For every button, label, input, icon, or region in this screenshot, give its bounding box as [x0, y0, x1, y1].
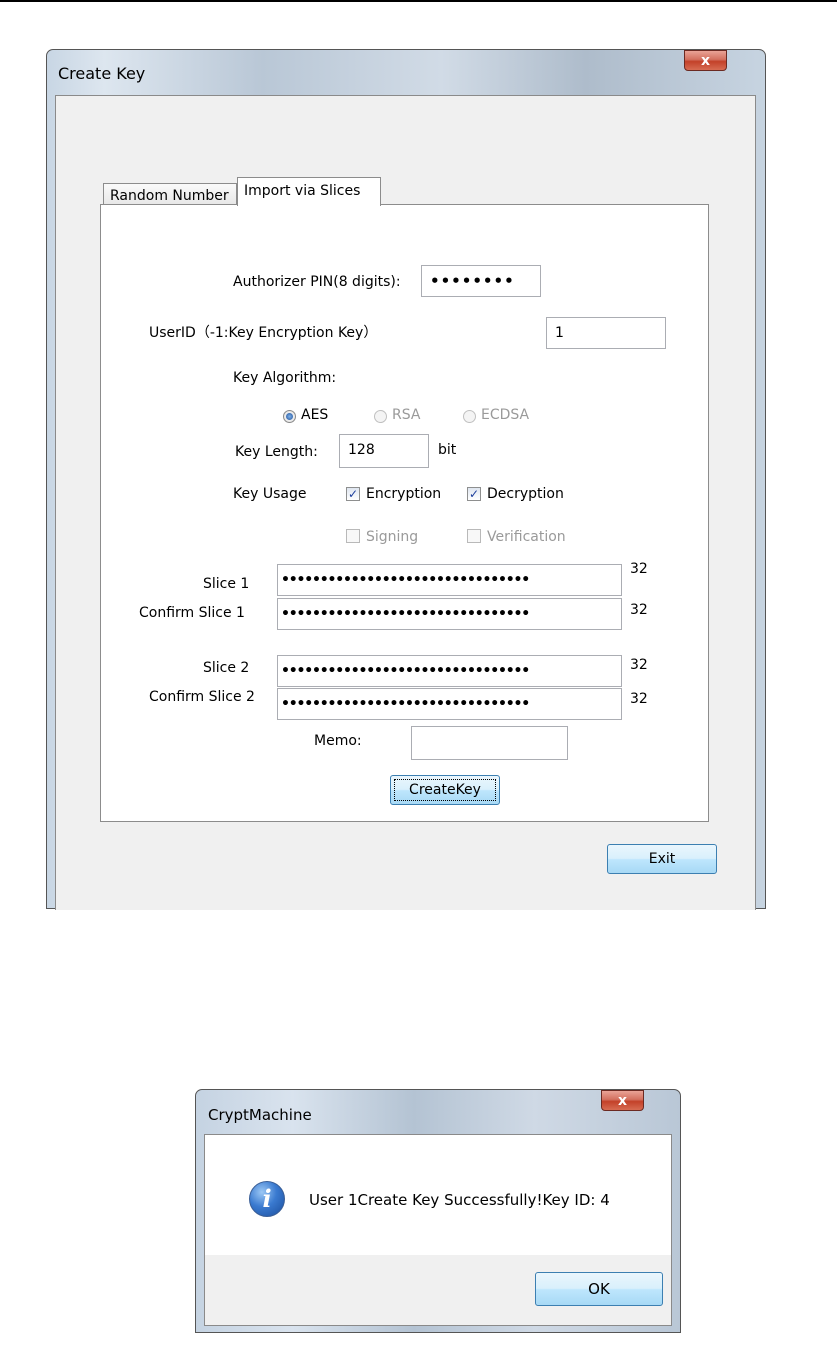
confirm-slice-1-label: Confirm Slice 1: [139, 605, 245, 621]
authorizer-pin-input[interactable]: ••••••••: [421, 265, 541, 297]
radio-ecdsa[interactable]: [463, 410, 476, 423]
checkmark-icon: ✓: [347, 487, 359, 501]
memo-input[interactable]: [411, 726, 568, 760]
slice-1-input[interactable]: ••••••••••••••••••••••••••••••••: [277, 564, 622, 596]
create-key-button[interactable]: CreateKey: [390, 775, 500, 805]
window-title: Create Key: [58, 64, 146, 83]
key-length-label: Key Length:: [235, 444, 318, 460]
memo-label: Memo:: [314, 733, 362, 749]
tab-import-via-slices[interactable]: Import via Slices: [237, 177, 381, 206]
confirm-slice-2-count: 32: [630, 691, 648, 707]
key-algorithm-label: Key Algorithm:: [233, 370, 337, 386]
dialog-close-button[interactable]: x: [601, 1090, 644, 1111]
dialog-title: CryptMachine: [208, 1106, 312, 1124]
userid-input[interactable]: 1: [546, 317, 666, 349]
exit-button[interactable]: Exit: [607, 844, 717, 874]
info-icon-glyph: i: [262, 1184, 272, 1213]
dialog-message: User 1Create Key Successfully!Key ID: 4: [309, 1191, 610, 1209]
slice-2-label: Slice 2: [203, 660, 250, 676]
info-icon: i: [249, 1181, 285, 1217]
key-usage-label: Key Usage: [233, 486, 307, 502]
slice-1-count: 32: [630, 561, 648, 577]
slice-2-count: 32: [630, 657, 648, 673]
checkbox-encryption[interactable]: ✓: [346, 487, 360, 501]
cryptmachine-dialog: CryptMachine x i User 1Create Key Succes…: [195, 1089, 681, 1333]
tab-random-number[interactable]: Random Number: [103, 183, 237, 206]
radio-aes[interactable]: [283, 410, 296, 423]
confirm-slice-1-input[interactable]: ••••••••••••••••••••••••••••••••: [277, 598, 622, 630]
confirm-slice-1-count: 32: [630, 602, 648, 618]
tab-panel-import-via-slices: Authorizer PIN(8 digits): •••••••• UserI…: [100, 204, 709, 822]
confirm-slice-2-label: Confirm Slice 2: [149, 689, 255, 705]
checkbox-signing-label: Signing: [366, 529, 419, 545]
confirm-slice-2-input[interactable]: ••••••••••••••••••••••••••••••••: [277, 688, 622, 720]
radio-aes-label: AES: [301, 407, 329, 423]
radio-rsa[interactable]: [374, 410, 387, 423]
page-top-rule: [0, 0, 837, 2]
close-icon: x: [700, 53, 711, 69]
ok-button-label: OK: [588, 1280, 610, 1298]
checkbox-signing[interactable]: [346, 529, 360, 543]
checkbox-decryption-label: Decryption: [487, 486, 564, 502]
checkbox-encryption-label: Encryption: [366, 486, 442, 502]
slice-1-label: Slice 1: [203, 576, 250, 592]
authorizer-pin-label: Authorizer PIN(8 digits):: [233, 274, 401, 290]
checkbox-verification-label: Verification: [487, 529, 566, 545]
key-length-unit: bit: [438, 442, 457, 458]
checkbox-verification[interactable]: [467, 529, 481, 543]
radio-ecdsa-label: ECDSA: [481, 407, 530, 423]
dialog-client-area: i User 1Create Key Successfully!Key ID: …: [204, 1134, 672, 1326]
userid-label: UserID（-1:Key Encryption Key）: [149, 325, 378, 341]
slice-2-input[interactable]: ••••••••••••••••••••••••••••••••: [277, 655, 622, 687]
close-button[interactable]: x: [684, 50, 727, 71]
window-client-area: Random Number Import via Slices Authoriz…: [55, 95, 756, 910]
key-length-input[interactable]: 128: [339, 434, 429, 468]
create-key-window: Create Key x Random Number Import via Sl…: [46, 49, 766, 910]
checkmark-icon: ✓: [468, 487, 480, 501]
exit-button-label: Exit: [648, 851, 676, 867]
checkbox-decryption[interactable]: ✓: [467, 487, 481, 501]
focus-rectangle: [394, 779, 496, 801]
ok-button[interactable]: OK: [535, 1272, 663, 1306]
close-icon: x: [617, 1093, 628, 1109]
radio-rsa-label: RSA: [392, 407, 421, 423]
